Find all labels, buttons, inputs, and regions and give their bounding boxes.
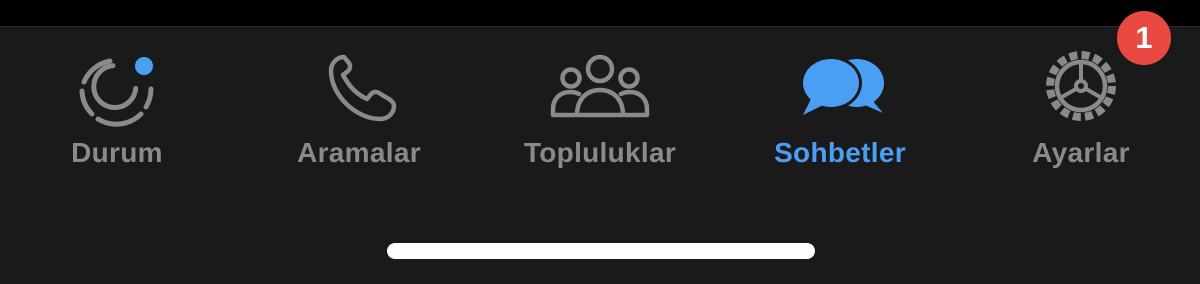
settings-badge: 1 — [1117, 11, 1171, 65]
tab-sohbetler-label: Sohbetler — [774, 137, 906, 168]
communities-icon — [545, 47, 655, 127]
tab-durum[interactable]: Durum — [17, 27, 217, 207]
gear-icon — [1026, 47, 1136, 127]
tab-topluluklar[interactable]: Topluluklar — [500, 27, 700, 207]
home-indicator[interactable] — [387, 243, 815, 259]
tab-aramalar[interactable]: Aramalar — [259, 27, 459, 207]
tab-ayarlar-label: Ayarlar — [1032, 137, 1130, 168]
tab-topluluklar-label: Topluluklar — [523, 137, 677, 168]
tab-durum-label: Durum — [71, 137, 163, 168]
top-strip — [0, 0, 1200, 26]
chat-bubbles-icon — [785, 47, 895, 127]
tab-aramalar-label: Aramalar — [297, 137, 421, 168]
status-icon — [62, 47, 172, 127]
status-dot — [135, 57, 153, 75]
tab-sohbetler[interactable]: Sohbetler — [740, 27, 940, 207]
phone-icon — [304, 47, 414, 127]
